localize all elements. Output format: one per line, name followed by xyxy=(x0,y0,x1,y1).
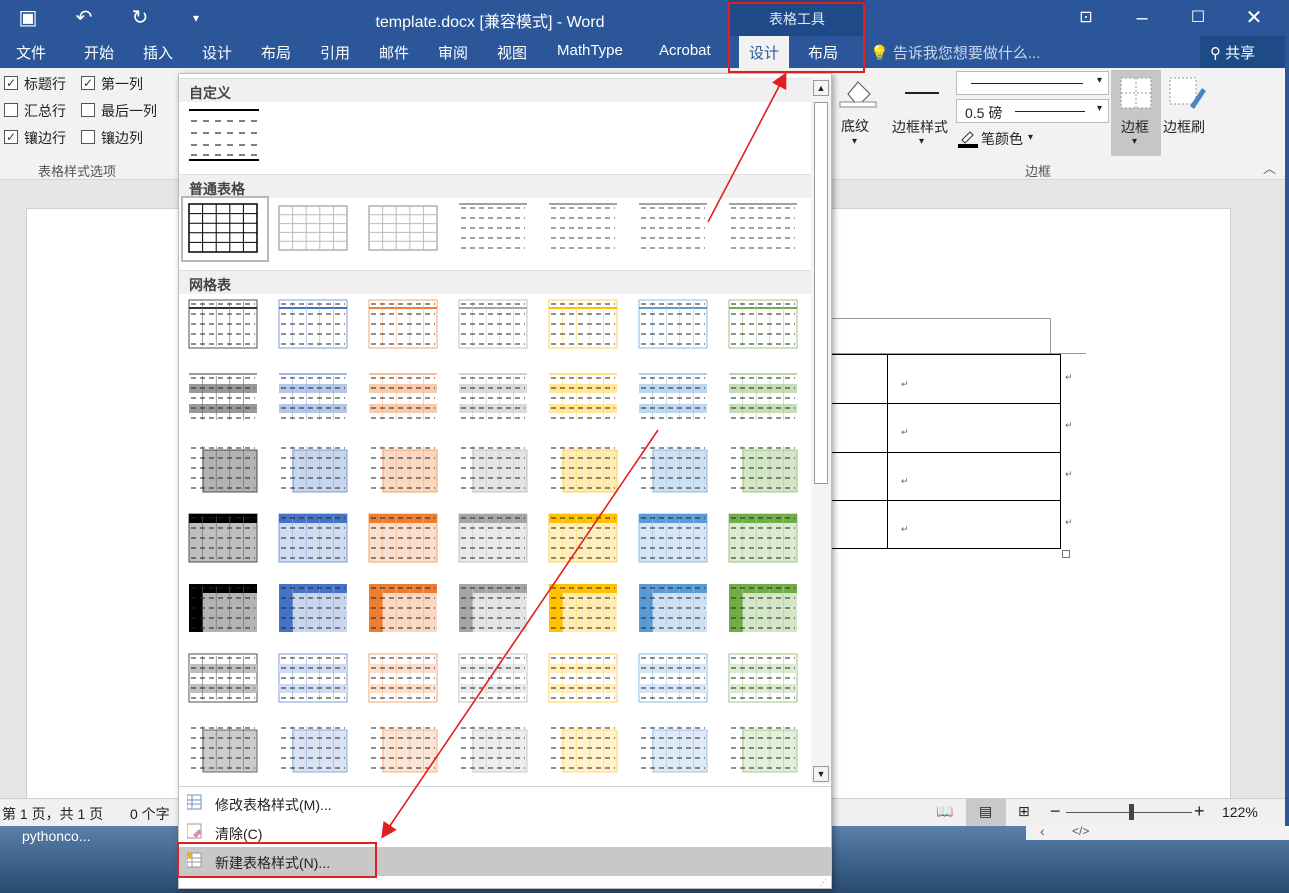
annotation-arrows xyxy=(381,72,787,839)
